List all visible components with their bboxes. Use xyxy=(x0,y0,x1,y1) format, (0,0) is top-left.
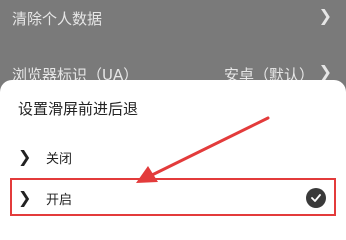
swipe-navigation-dialog: 设置滑屏前进后退 ❯ 关闭 ❯ 开启 xyxy=(0,80,346,234)
settings-item-clear-data[interactable]: 清除个人数据 ❯ xyxy=(0,0,346,34)
screen: 清除个人数据 ❯ 浏览器标识（UA） 安卓（默认） ❯ 设置滑屏前进后退 ❯ 关… xyxy=(0,0,346,234)
chevron-right-icon: ❯ xyxy=(318,62,332,81)
option-off[interactable]: ❯ 关闭 xyxy=(0,138,346,176)
annotation-highlight-box xyxy=(10,178,336,216)
chevron-right-icon: ❯ xyxy=(318,6,332,25)
option-label: 关闭 xyxy=(46,152,73,167)
dialog-title: 设置滑屏前进后退 xyxy=(18,100,139,118)
chevron-right-icon: ❯ xyxy=(18,147,32,166)
settings-item-label: 清除个人数据 xyxy=(12,10,103,28)
